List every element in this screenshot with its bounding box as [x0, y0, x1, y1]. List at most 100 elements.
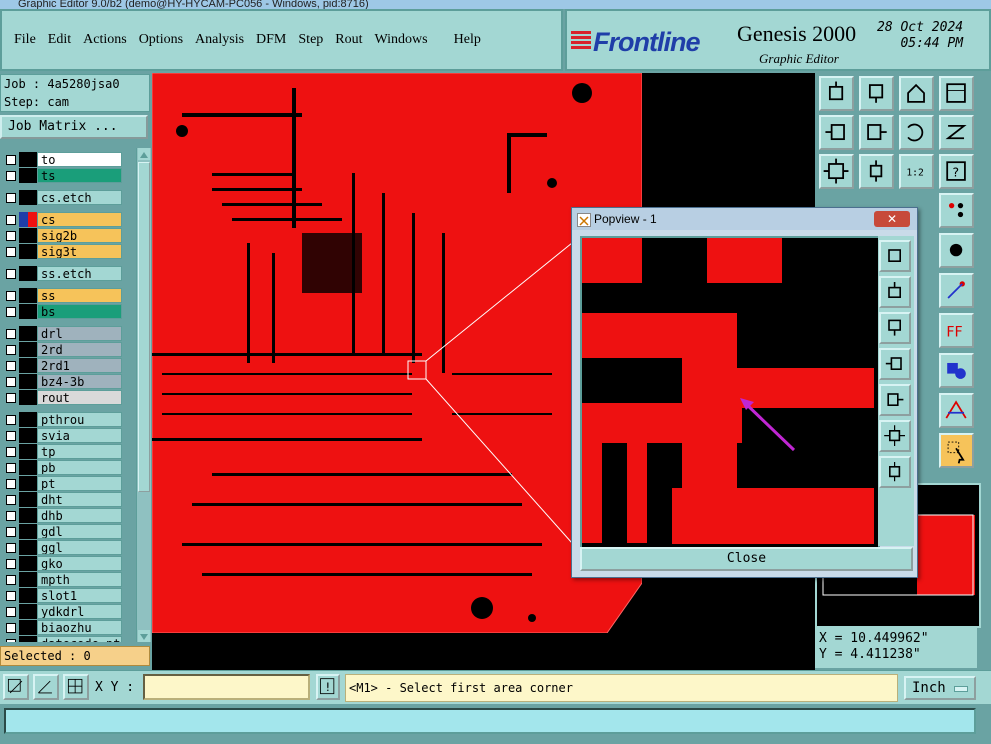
layer-checkbox[interactable]	[6, 269, 16, 279]
layer-color-swatch[interactable]	[19, 266, 37, 281]
step-icon[interactable]	[939, 115, 974, 150]
menu-step[interactable]: Step	[298, 32, 323, 48]
circle-feature-icon[interactable]	[939, 233, 974, 268]
layer-row-ggl[interactable]: ggl	[4, 540, 122, 555]
layer-row-pb[interactable]: pb	[4, 460, 122, 475]
layer-color-swatch[interactable]	[19, 374, 37, 389]
layer-checkbox[interactable]	[6, 361, 16, 371]
layer-color-swatch[interactable]	[19, 326, 37, 341]
layer-row-gdl[interactable]: gdl	[4, 524, 122, 539]
layer-list-scrollbar[interactable]	[136, 148, 151, 642]
layer-color-swatch[interactable]	[19, 190, 37, 205]
layer-checkbox[interactable]	[6, 329, 16, 339]
pan-right-icon[interactable]	[859, 115, 894, 150]
redraw-icon[interactable]	[899, 115, 934, 150]
select-net-icon[interactable]	[939, 193, 974, 228]
menu-help[interactable]: Help	[454, 32, 481, 48]
layer-row-sig2b[interactable]: sig2b	[4, 228, 122, 243]
layer-color-swatch[interactable]	[19, 460, 37, 475]
snap-pointer-icon[interactable]	[939, 433, 974, 468]
layer-row-pthrou[interactable]: pthrou	[4, 412, 122, 427]
layer-checkbox[interactable]	[6, 377, 16, 387]
popview-canvas[interactable]	[580, 236, 880, 550]
pan-left-icon[interactable]	[819, 115, 854, 150]
layer-checkbox[interactable]	[6, 345, 16, 355]
scale-icon[interactable]: 1:2	[899, 154, 934, 189]
layer-color-swatch[interactable]	[19, 244, 37, 259]
menu-windows[interactable]: Windows	[375, 32, 428, 48]
layer-checkbox[interactable]	[6, 511, 16, 521]
layer-color-swatch[interactable]	[19, 620, 37, 635]
layer-checkbox[interactable]	[6, 415, 16, 425]
layer-checkbox[interactable]	[6, 639, 16, 642]
layer-checkbox[interactable]	[6, 155, 16, 165]
home-icon[interactable]	[899, 76, 934, 111]
help-icon[interactable]: ?	[939, 154, 974, 189]
menu-options[interactable]: Options	[139, 32, 183, 48]
layer-checkbox[interactable]	[6, 591, 16, 601]
close-icon[interactable]: ✕	[874, 211, 910, 227]
layer-checkbox[interactable]	[6, 575, 16, 585]
layer-row-tp[interactable]: tp	[4, 444, 122, 459]
menu-rout[interactable]: Rout	[335, 32, 362, 48]
layer-color-swatch[interactable]	[19, 168, 37, 183]
zoom-window-icon[interactable]	[3, 674, 29, 700]
zoom-home-icon[interactable]	[819, 76, 854, 111]
menu-file[interactable]: File	[14, 32, 36, 48]
layer-row-biaozhu[interactable]: biaozhu	[4, 620, 122, 635]
grid-icon[interactable]	[63, 674, 89, 700]
layer-checkbox[interactable]	[6, 247, 16, 257]
popview-zoom-icon[interactable]	[879, 240, 911, 272]
layer-checkbox[interactable]	[6, 463, 16, 473]
layer-row-sig3t[interactable]: sig3t	[4, 244, 122, 259]
layer-checkbox[interactable]	[6, 171, 16, 181]
layer-color-swatch[interactable]	[19, 508, 37, 523]
popview-down-icon[interactable]	[879, 312, 911, 344]
layer-row-ts[interactable]: ts	[4, 168, 122, 183]
layer-checkbox[interactable]	[6, 215, 16, 225]
layer-checkbox[interactable]	[6, 543, 16, 553]
layer-row-2rd1[interactable]: 2rd1	[4, 358, 122, 373]
window-icon[interactable]	[939, 76, 974, 111]
layer-row-2rd[interactable]: 2rd	[4, 342, 122, 357]
layer-checkbox[interactable]	[6, 607, 16, 617]
layer-color-swatch[interactable]	[19, 492, 37, 507]
layer-color-swatch[interactable]	[19, 304, 37, 319]
layer-color-swatch[interactable]	[19, 342, 37, 357]
layer-checkbox[interactable]	[6, 431, 16, 441]
layer-checkbox[interactable]	[6, 193, 16, 203]
move-icon[interactable]	[939, 273, 974, 308]
copy-icon[interactable]	[939, 353, 974, 388]
scroll-up-icon[interactable]	[138, 148, 150, 160]
layer-row-bz4-3b[interactable]: bz4-3b	[4, 374, 122, 389]
menu-edit[interactable]: Edit	[48, 32, 71, 48]
measure-angle-icon[interactable]	[33, 674, 59, 700]
layer-row-ydkdrl[interactable]: ydkdrl	[4, 604, 122, 619]
layer-color-swatch[interactable]	[19, 428, 37, 443]
popview-zoom-in-icon[interactable]	[879, 456, 911, 488]
layer-row-drl[interactable]: drl	[4, 326, 122, 341]
layer-checkbox[interactable]	[6, 559, 16, 569]
layer-color-swatch[interactable]	[19, 540, 37, 555]
layer-color-swatch[interactable]	[19, 572, 37, 587]
layer-row-pt[interactable]: pt	[4, 476, 122, 491]
layer-checkbox[interactable]	[6, 495, 16, 505]
layer-color-swatch[interactable]	[19, 228, 37, 243]
layer-row-bs[interactable]: bs	[4, 304, 122, 319]
layer-checkbox[interactable]	[6, 231, 16, 241]
layer-checkbox[interactable]	[6, 527, 16, 537]
zoom-in-icon[interactable]	[859, 154, 894, 189]
measure-icon[interactable]	[939, 393, 974, 428]
layer-row-dht[interactable]: dht	[4, 492, 122, 507]
layer-color-swatch[interactable]	[19, 604, 37, 619]
zoom-fit-icon[interactable]	[819, 154, 854, 189]
layer-color-swatch[interactable]	[19, 476, 37, 491]
popview-fit-icon[interactable]	[879, 420, 911, 452]
popview-right-icon[interactable]	[879, 384, 911, 416]
unit-selector[interactable]: Inch	[904, 676, 976, 700]
xy-input[interactable]	[143, 674, 310, 700]
layer-color-swatch[interactable]	[19, 390, 37, 405]
layer-color-swatch[interactable]	[19, 412, 37, 427]
layer-color-swatch[interactable]	[19, 358, 37, 373]
layer-row-ss-etch[interactable]: ss.etch	[4, 266, 122, 281]
